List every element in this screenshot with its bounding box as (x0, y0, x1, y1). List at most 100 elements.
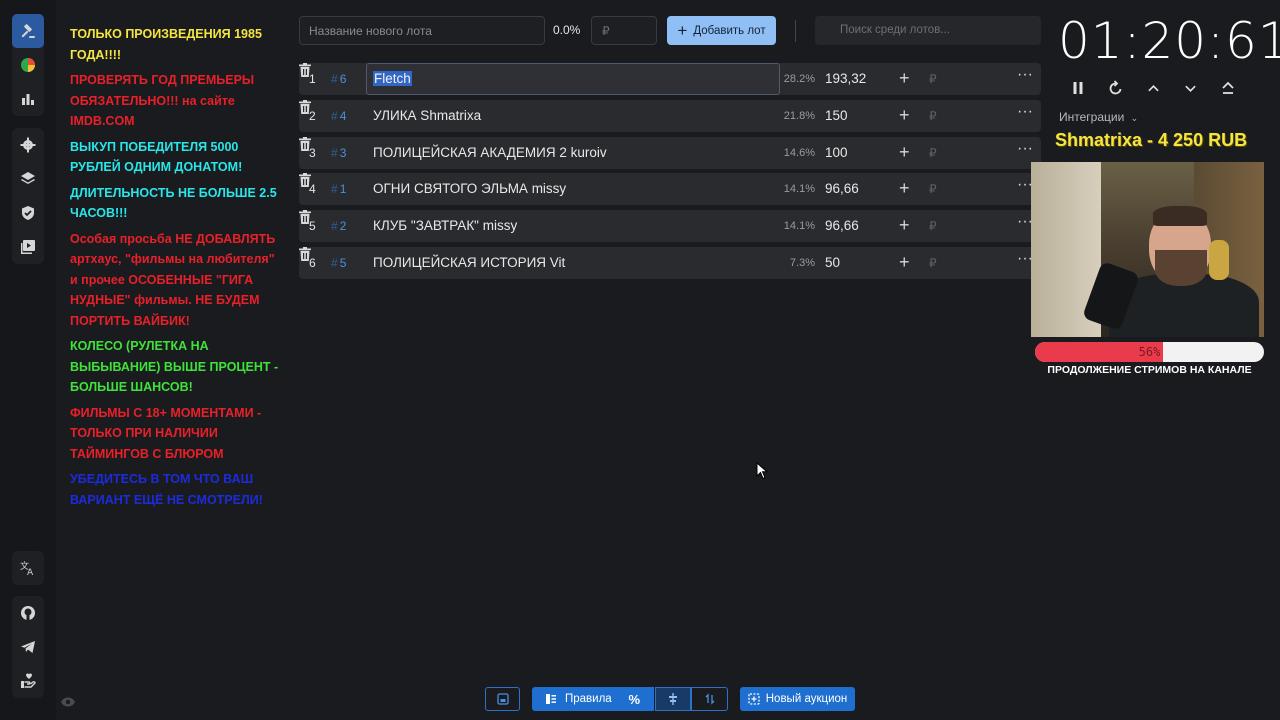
gear-icon[interactable] (12, 128, 44, 162)
lot-row[interactable]: 5 #2 КЛУБ "ЗАВТРАК" missy 14.1% 96,66 + ₽ ··· (299, 210, 1041, 243)
lot-search-input[interactable]: Поиск среди лотов... (815, 16, 1041, 45)
integrations-label: Интеграции (1059, 110, 1125, 124)
lot-id: #5 (331, 256, 347, 270)
bar-chart-icon[interactable] (12, 82, 44, 116)
rule-text: ФИЛЬМЫ С 18+ МОМЕНТАМИ - ТОЛЬКО ПРИ НАЛИ… (70, 405, 262, 461)
mouse-cursor-icon (756, 462, 768, 480)
shield-check-icon[interactable] (12, 196, 44, 230)
chevron-double-up-icon[interactable] (1218, 78, 1238, 98)
lot-index: 6 (309, 256, 316, 270)
new-auction-icon (748, 693, 760, 705)
lot-row[interactable]: 2 #4 УЛИКА Shmatrixa 21.8% 150 + ₽ ··· (299, 99, 1041, 132)
pause-icon[interactable] (1068, 78, 1088, 98)
lot-name: УЛИКА Shmatrixa (373, 107, 482, 123)
lot-row[interactable]: 3 #3 ПОЛИЦЕЙСКАЯ АКАДЕМИЯ 2 kuroiv 14.6% 100… (299, 136, 1041, 169)
add-amount-icon[interactable]: + (899, 105, 910, 126)
rule-text: Особая просьба НЕ ДОБАВЛЯТЬ артхаус, "фи… (70, 231, 276, 328)
save-icon[interactable] (485, 687, 520, 711)
add-amount-icon[interactable]: + (899, 215, 910, 236)
telegram-icon[interactable] (12, 630, 44, 664)
rules-book-icon (546, 694, 556, 704)
lot-row[interactable]: 6 #5 ПОЛИЦЕЙСКАЯ ИСТОРИЯ Vit 7.3% 50 + ₽ ··· (299, 247, 1041, 279)
add-amount-icon[interactable]: + (899, 178, 910, 199)
rule-text: ПРОВЕРЯТЬ ГОД ПРЕМЬЕРЫ ОБЯЗАТЕЛЬНО!!! на… (70, 73, 255, 128)
align-center-toggle[interactable] (655, 687, 691, 711)
lot-amount: 100 (825, 144, 848, 160)
toolbar-divider (795, 20, 796, 42)
integrations-dropdown[interactable]: Интеграции ⌄ (1059, 110, 1138, 124)
donation-alert: Shmatrixa - 4 250 RUB (1055, 130, 1248, 150)
auction-timer: 01:20:61 (1058, 12, 1280, 70)
lot-amount: 96,66 (825, 218, 859, 234)
auction-gavel-icon[interactable] (12, 14, 44, 48)
rule-text: ТОЛЬКО ПРОИЗВЕДЕНИЯ 1985 ГОДА!!!! (70, 27, 262, 62)
layers-icon[interactable] (12, 162, 44, 196)
new-auction-button[interactable]: Новый аукцион (740, 687, 855, 711)
rules-button[interactable]: Правила % (532, 687, 654, 711)
sort-toggle[interactable] (691, 687, 728, 711)
more-options-icon[interactable]: ··· (1017, 103, 1033, 121)
lot-add-amount-input[interactable]: ₽ (929, 109, 937, 123)
webcam-overlay (1031, 162, 1264, 337)
lot-name: ПОЛИЦЕЙСКАЯ АКАДЕМИЯ 2 kuroiv (373, 144, 607, 160)
lot-add-amount-input[interactable]: ₽ (929, 219, 937, 233)
lot-index: 5 (309, 219, 316, 234)
new-lot-amount-input[interactable]: ₽ (591, 16, 657, 45)
github-icon[interactable] (12, 596, 44, 630)
lot-percent: 14.6% (783, 146, 815, 159)
chevron-down-icon[interactable] (1180, 78, 1200, 98)
lot-add-amount-input[interactable]: ₽ (929, 146, 937, 160)
sidebar-group-links (12, 596, 44, 698)
stream-goal-percent: 56% (1138, 345, 1161, 359)
more-options-icon[interactable]: ··· (1017, 140, 1033, 158)
add-amount-icon[interactable]: + (899, 142, 910, 163)
lot-amount: 193,32 (825, 71, 867, 86)
add-lot-button[interactable]: + Добавить лот (667, 16, 776, 45)
lot-index: 1 (309, 72, 316, 86)
chevron-up-icon[interactable] (1143, 78, 1163, 98)
lot-index: 2 (309, 108, 316, 123)
lot-id: #1 (331, 182, 347, 197)
translate-icon[interactable]: 文A (12, 551, 44, 585)
sidebar-group-settings (12, 128, 44, 264)
lot-row[interactable]: 4 #1 ОГНИ СВЯТОГО ЭЛЬМА missy 14.1% 96,66 + ₽ ·… (299, 173, 1041, 206)
add-lot-label: Добавить лот (693, 24, 766, 37)
lot-row[interactable]: 1 #6 Fletch 28.2% 193,32 + ₽ ··· (299, 63, 1041, 95)
rule-text: УБЕДИТЕСЬ В ТОМ ЧТО ВАШ ВАРИАНТ ЕЩЁ НЕ С… (70, 472, 263, 507)
sidebar: 文A (0, 0, 56, 720)
hand-heart-icon[interactable] (12, 664, 44, 698)
lot-amount: 50 (825, 255, 841, 270)
lot-add-amount-input[interactable]: ₽ (929, 72, 937, 86)
sidebar-group-main (12, 14, 44, 116)
video-library-icon[interactable] (12, 230, 44, 264)
plus-icon: + (677, 21, 688, 40)
lot-percent: 21.8% (783, 109, 815, 122)
lot-id: #3 (331, 145, 347, 160)
lot-index: 4 (309, 182, 316, 197)
add-amount-icon[interactable]: + (899, 68, 910, 89)
lot-add-amount-input[interactable]: ₽ (929, 182, 937, 196)
new-auction-label: Новый аукцион (765, 693, 848, 705)
auction-rules: ТОЛЬКО ПРОИЗВЕДЕНИЯ 1985 ГОДА!!!! ПРОВЕР… (70, 24, 285, 515)
restart-icon[interactable] (1106, 78, 1126, 98)
align-vertical-icon (669, 693, 677, 705)
eye-icon[interactable] (60, 696, 76, 708)
lot-index: 3 (309, 145, 316, 160)
lot-percent: 14.1% (783, 220, 815, 233)
rule-text: ВЫКУП ПОБЕДИТЕЛЯ 5000 РУБЛЕЙ ОДНИМ ДОНАТ… (70, 139, 243, 175)
lot-id: #2 (331, 219, 347, 234)
more-options-icon[interactable]: ··· (1017, 66, 1033, 84)
add-amount-icon[interactable]: + (899, 252, 910, 273)
sidebar-group-language: 文A (12, 551, 44, 585)
rule-text: КОЛЕСО (РУЛЕТКА НА ВЫБЫВАНИЕ) ВЫШЕ ПРОЦЕ… (70, 339, 279, 394)
new-lot-name-input[interactable]: Название нового лота (299, 16, 545, 45)
pie-chart-icon[interactable] (12, 48, 44, 82)
lot-name-edit-field[interactable] (366, 63, 780, 95)
lot-amount: 150 (825, 107, 848, 123)
lot-add-amount-input[interactable]: ₽ (929, 256, 937, 270)
lot-name[interactable]: Fletch (373, 71, 412, 86)
rule-text: ДЛИТЕЛЬНОСТЬ НЕ БОЛЬШЕ 2.5 ЧАСОВ!!! (70, 185, 277, 221)
percent-symbol: % (628, 691, 640, 707)
lot-name: ОГНИ СВЯТОГО ЭЛЬМА missy (373, 181, 567, 197)
lot-id: #4 (331, 108, 347, 123)
